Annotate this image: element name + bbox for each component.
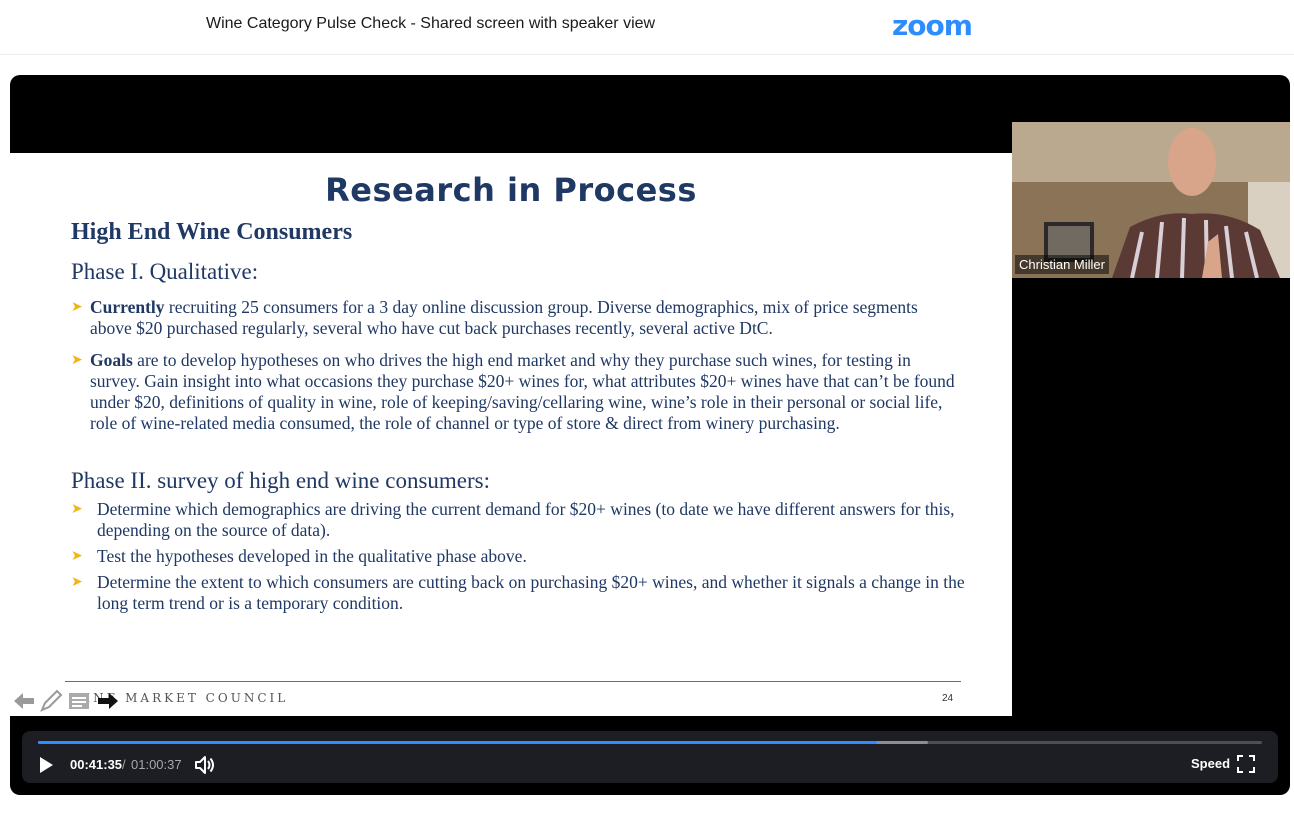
top-header: Wine Category Pulse Check - Shared scree… (0, 0, 1294, 55)
bullet-text: Determine which demographics are driving… (97, 499, 955, 540)
arrow-bullet-icon: ➤ (71, 502, 83, 517)
bullet-text: recruiting 25 consumers for a 3 day onli… (90, 297, 918, 338)
speaker-video-tile: Christian Miller (1012, 122, 1290, 278)
next-slide-icon[interactable] (96, 688, 120, 714)
fullscreen-button[interactable] (1236, 754, 1256, 774)
zoom-logo: zoom (892, 9, 973, 42)
list-item: ➤ Test the hypotheses developed in the q… (71, 546, 971, 567)
play-button[interactable] (36, 755, 56, 775)
bullet-text: Determine the extent to which consumers … (97, 572, 965, 613)
arrow-bullet-icon: ➤ (71, 549, 83, 564)
playback-controls: 00:41:35 / 01:00:37 Speed (22, 731, 1278, 783)
arrow-bullet-icon: ➤ (71, 575, 83, 590)
list-item: ➤ Determine the extent to which consumer… (71, 572, 971, 614)
played-fill (38, 741, 878, 744)
phase2-bullet-list: ➤ Determine which demographics are drivi… (71, 499, 971, 619)
meeting-title: Wine Category Pulse Check - Shared scree… (206, 15, 656, 32)
slide-title: Research in Process (325, 171, 697, 209)
list-item: ➤ Goals are to develop hypotheses on who… (71, 350, 961, 434)
shared-slide: Research in Process High End Wine Consum… (10, 153, 1012, 716)
arrow-bullet-icon: ➤ (71, 353, 83, 368)
previous-slide-icon[interactable] (12, 688, 36, 714)
fullscreen-icon (1237, 755, 1255, 773)
play-icon (40, 757, 53, 773)
speed-button[interactable]: Speed (1191, 756, 1230, 771)
pen-icon[interactable] (39, 688, 63, 714)
phase1-bullet-list: ➤ Currently recruiting 25 consumers for … (71, 297, 961, 445)
volume-button[interactable] (194, 755, 216, 775)
phase2-heading: Phase II. survey of high end wine consum… (71, 468, 491, 493)
total-time: 01:00:37 (131, 757, 182, 772)
speaker-volume-icon (195, 756, 214, 774)
time-separator: / (122, 757, 126, 772)
bullet-text: Test the hypotheses developed in the qua… (97, 546, 527, 566)
bullet-lead: Currently (90, 297, 165, 317)
phase1-heading: Phase I. Qualitative: (71, 259, 259, 284)
video-player[interactable]: Research in Process High End Wine Consum… (10, 75, 1290, 795)
speaker-name-label: Christian Miller (1015, 255, 1109, 274)
slide-page-number: 24 (942, 693, 954, 704)
slide-divider (65, 681, 961, 682)
bullet-lead: Goals (90, 350, 133, 370)
current-time: 00:41:35 (70, 757, 123, 772)
progress-bar[interactable] (38, 741, 1262, 744)
list-item: ➤ Determine which demographics are drivi… (71, 499, 971, 541)
list-item: ➤ Currently recruiting 25 consumers for … (71, 297, 961, 339)
arrow-bullet-icon: ➤ (71, 300, 83, 315)
slide-heading: High End Wine Consumers (71, 219, 353, 245)
slides-menu-icon[interactable] (68, 688, 90, 714)
bullet-text: are to develop hypotheses on who drives … (90, 350, 955, 433)
